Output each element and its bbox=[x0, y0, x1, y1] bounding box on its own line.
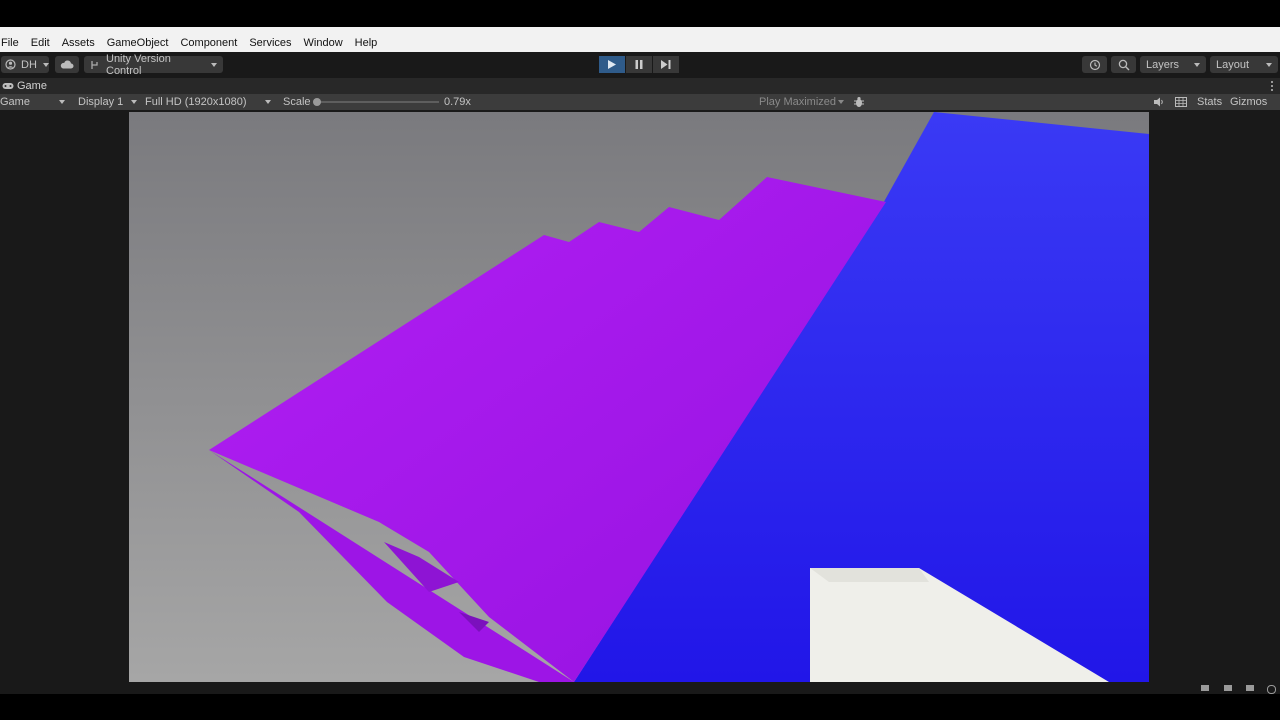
layers-dropdown[interactable]: Layers bbox=[1140, 56, 1206, 73]
resolution-dropdown[interactable]: Full HD (1920x1080) bbox=[145, 94, 273, 110]
menu-component[interactable]: Component bbox=[174, 34, 243, 52]
gizmos-button[interactable]: Gizmos bbox=[1230, 94, 1267, 110]
status-icon-4 bbox=[1267, 685, 1276, 694]
version-control-label: Unity Version Control bbox=[106, 52, 171, 77]
pause-icon bbox=[635, 60, 643, 69]
history-button[interactable] bbox=[1082, 56, 1107, 73]
account-icon bbox=[5, 59, 16, 70]
search-button[interactable] bbox=[1111, 56, 1136, 73]
scale-slider-handle[interactable] bbox=[313, 98, 321, 106]
title-bar bbox=[0, 27, 1280, 34]
scale-label: Scale bbox=[283, 96, 311, 108]
screen-bottom-border bbox=[0, 694, 1280, 720]
menu-help[interactable]: Help bbox=[349, 34, 384, 52]
menu-file[interactable]: File bbox=[0, 34, 25, 52]
status-icon-2 bbox=[1224, 685, 1232, 691]
play-maximized-label: Play Maximized bbox=[759, 96, 837, 108]
scale-slider[interactable] bbox=[313, 94, 439, 110]
game-mode-label: Game bbox=[0, 96, 30, 108]
pause-button[interactable] bbox=[626, 56, 652, 73]
chevron-down-icon bbox=[838, 100, 844, 104]
menu-gameobject[interactable]: GameObject bbox=[101, 34, 175, 52]
game-view-toolbar: Game Display 1 Full HD (1920x1080) Scale… bbox=[0, 94, 1280, 110]
status-icon-3 bbox=[1246, 685, 1254, 691]
main-toolbar: DH Unity Version Control Layers Layout bbox=[0, 52, 1280, 78]
branch-icon bbox=[90, 60, 100, 70]
step-icon bbox=[661, 60, 671, 69]
version-control-dropdown[interactable]: Unity Version Control bbox=[84, 53, 223, 77]
game-mode-dropdown[interactable]: Game bbox=[0, 94, 68, 110]
game-viewport[interactable] bbox=[129, 112, 1149, 682]
chevron-down-icon bbox=[1266, 62, 1272, 67]
cloud-button[interactable] bbox=[55, 56, 79, 73]
menu-window[interactable]: Window bbox=[298, 34, 349, 52]
more-options-icon[interactable] bbox=[1268, 79, 1276, 93]
account-label: DH bbox=[21, 58, 37, 71]
playback-controls bbox=[599, 56, 680, 73]
step-button[interactable] bbox=[653, 56, 679, 73]
game-tab-bar: Game bbox=[0, 78, 1280, 94]
chevron-down-icon bbox=[1194, 62, 1200, 67]
scene-render bbox=[129, 112, 1149, 682]
tab-game-label: Game bbox=[17, 80, 47, 92]
stats-button[interactable]: Stats bbox=[1197, 94, 1222, 110]
play-icon bbox=[608, 60, 616, 69]
chevron-down-icon bbox=[59, 100, 65, 104]
display-label: Display 1 bbox=[78, 96, 124, 108]
play-button[interactable] bbox=[599, 56, 625, 73]
layout-label: Layout bbox=[1216, 58, 1250, 71]
display-dropdown[interactable]: Display 1 bbox=[78, 94, 140, 110]
menu-assets[interactable]: Assets bbox=[56, 34, 101, 52]
menu-bar: File Edit Assets GameObject Component Se… bbox=[0, 34, 1280, 52]
chevron-down-icon bbox=[211, 62, 217, 67]
search-icon bbox=[1118, 59, 1130, 71]
game-view-stage bbox=[0, 110, 1280, 682]
resolution-label: Full HD (1920x1080) bbox=[145, 96, 247, 108]
status-bar bbox=[0, 682, 1280, 694]
scale-value: 0.79x bbox=[444, 96, 471, 108]
chevron-down-icon bbox=[131, 100, 137, 104]
layers-label: Layers bbox=[1146, 58, 1180, 71]
menu-edit[interactable]: Edit bbox=[25, 34, 56, 52]
chevron-down-icon bbox=[265, 100, 271, 104]
menu-services[interactable]: Services bbox=[243, 34, 297, 52]
history-icon bbox=[1089, 59, 1101, 71]
chevron-down-icon bbox=[42, 62, 49, 67]
status-icon-1 bbox=[1201, 685, 1209, 691]
tab-game[interactable]: Game bbox=[0, 78, 47, 94]
account-dropdown[interactable]: DH bbox=[1, 56, 49, 73]
play-maximized-dropdown[interactable]: Play Maximized bbox=[759, 94, 847, 110]
cloud-icon bbox=[60, 60, 74, 69]
layout-dropdown[interactable]: Layout bbox=[1210, 56, 1278, 73]
gamepad-icon bbox=[2, 82, 14, 90]
scale-slider-track bbox=[316, 101, 439, 103]
white-block-side bbox=[810, 568, 929, 582]
screen-top-border bbox=[0, 0, 1280, 27]
